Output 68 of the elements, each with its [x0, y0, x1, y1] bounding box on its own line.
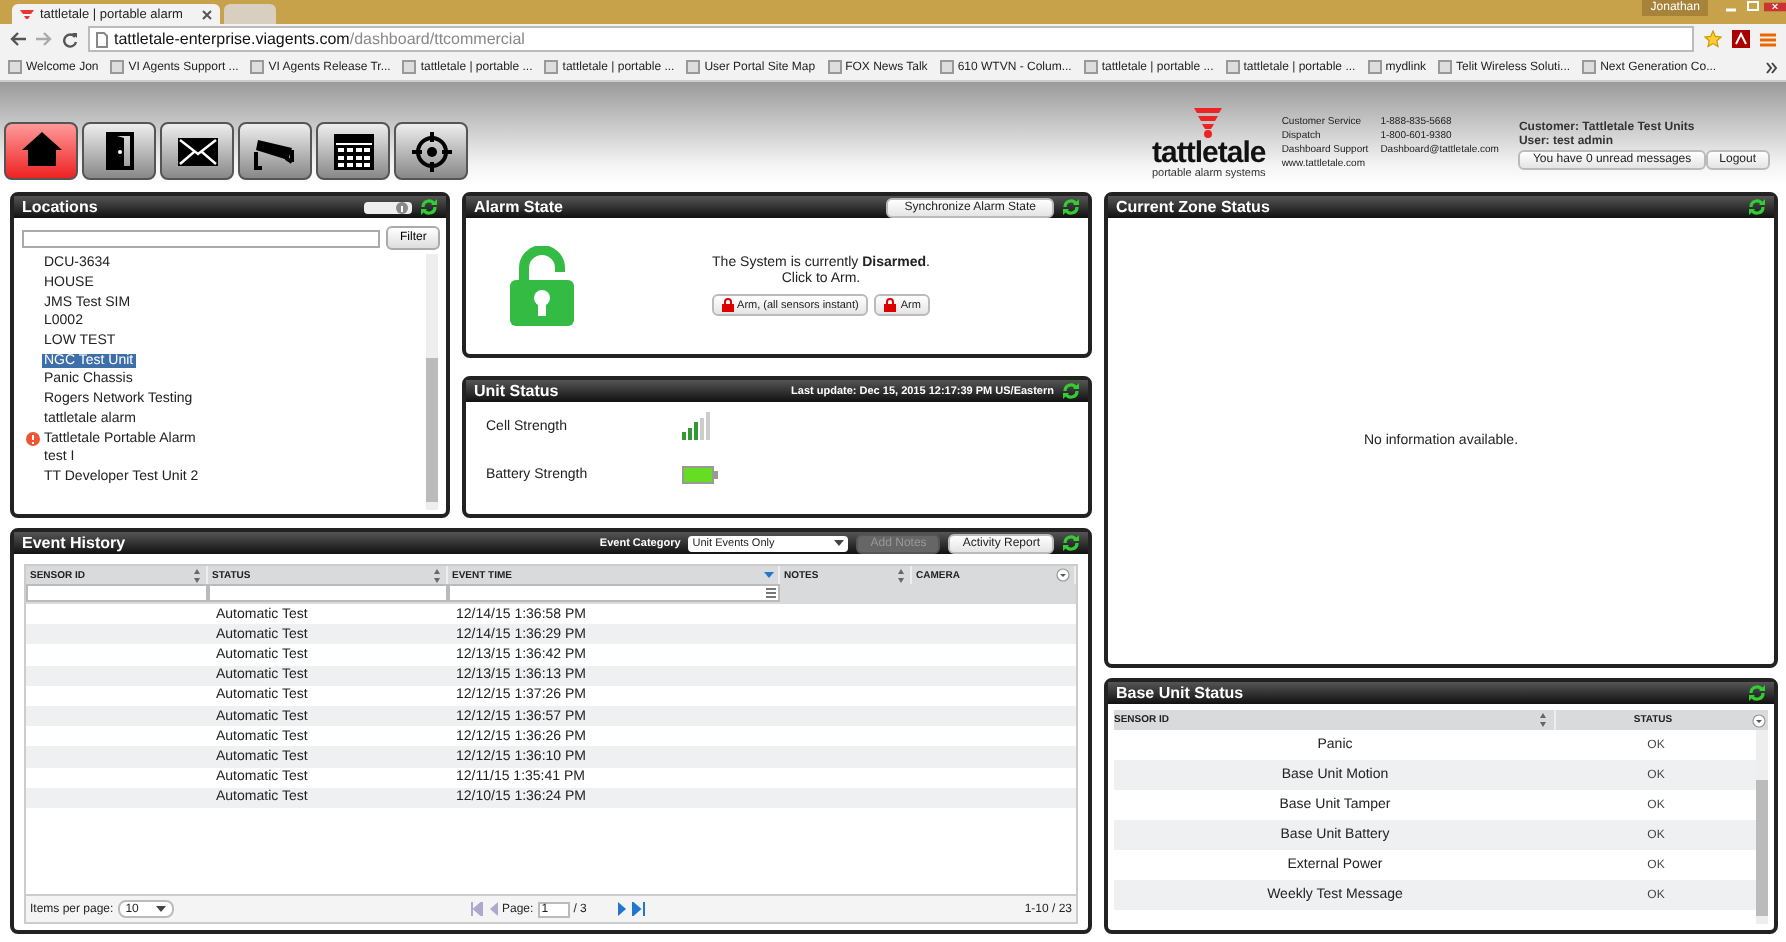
refresh-icon	[420, 198, 438, 216]
bookmark-icon	[939, 60, 954, 74]
bookmark-icon	[544, 60, 559, 74]
last-page-icon	[632, 902, 647, 916]
first-page-icon	[470, 902, 484, 916]
refresh-icon	[1062, 382, 1080, 400]
caret-icon	[834, 540, 845, 546]
nav-button[interactable]	[160, 122, 234, 180]
panel-title: Locations	[22, 198, 98, 216]
bookmark-icon	[1438, 60, 1453, 74]
chevrons-icon	[1766, 61, 1778, 73]
maximize-icon	[1742, 0, 1764, 14]
address-field[interactable]: tattletale-enterprise.viagents.com/dashboard/ttcommercial	[88, 26, 1694, 52]
battery-icon	[682, 465, 718, 483]
nav-button[interactable]	[238, 122, 312, 180]
bookmark-icon	[402, 60, 417, 74]
next-page-icon	[618, 902, 629, 916]
search-field[interactable]	[22, 229, 380, 247]
bookmark-icon	[1582, 60, 1597, 74]
list-icon	[764, 586, 778, 600]
filter-field[interactable]	[26, 584, 208, 602]
refresh-icon	[1748, 684, 1766, 702]
crosshair-icon	[407, 127, 455, 175]
info-button[interactable]	[364, 201, 412, 213]
reload-icon	[62, 31, 78, 47]
signal-bars-icon	[682, 412, 710, 440]
bookmark-icon	[1225, 60, 1240, 74]
column-menu-icon	[1752, 713, 1766, 727]
menu-icon	[1760, 31, 1776, 47]
bookmark-icon	[1083, 60, 1098, 74]
scrollbar[interactable]	[426, 254, 438, 510]
bookmark-icon	[1367, 60, 1382, 74]
lock-icon	[721, 298, 734, 312]
info-icon	[396, 201, 408, 213]
column-menu-icon	[1056, 568, 1070, 582]
prev-page-icon	[488, 902, 498, 916]
panel-title: Current Zone Status	[1116, 198, 1270, 216]
panel-title: Event History	[22, 534, 126, 552]
siren-logo-icon	[1192, 106, 1225, 138]
star-icon	[1704, 30, 1722, 48]
bookmark-icon	[110, 60, 125, 74]
nav-button[interactable]	[316, 122, 390, 180]
siren-icon	[20, 7, 34, 21]
bookmark-icon	[250, 60, 265, 74]
refresh-icon	[1748, 198, 1766, 216]
scrollbar[interactable]	[1756, 730, 1768, 924]
sort-icon	[1538, 712, 1548, 728]
bookmark-icon	[827, 60, 842, 74]
close-icon	[1764, 0, 1786, 14]
bookmark-icon	[686, 60, 701, 74]
caret-icon	[155, 906, 166, 912]
page-icon	[96, 31, 108, 47]
close-icon	[202, 9, 212, 19]
filter-field[interactable]	[448, 584, 780, 602]
bookmark-icon	[8, 60, 22, 74]
filter-field[interactable]	[208, 584, 448, 602]
nav-button[interactable]	[4, 122, 78, 180]
panel-title: Base Unit Status	[1116, 684, 1244, 702]
logo-text: tattletale	[1152, 138, 1266, 168]
nav-button[interactable]	[82, 122, 156, 180]
panel-title: Alarm State	[474, 198, 563, 216]
back-icon	[10, 32, 26, 46]
forward-icon	[36, 32, 52, 46]
nav-button[interactable]	[394, 122, 468, 180]
panel-title: Unit Status	[474, 382, 559, 400]
refresh-icon	[1062, 534, 1080, 552]
refresh-icon	[1062, 198, 1080, 216]
lock-icon	[884, 298, 897, 312]
